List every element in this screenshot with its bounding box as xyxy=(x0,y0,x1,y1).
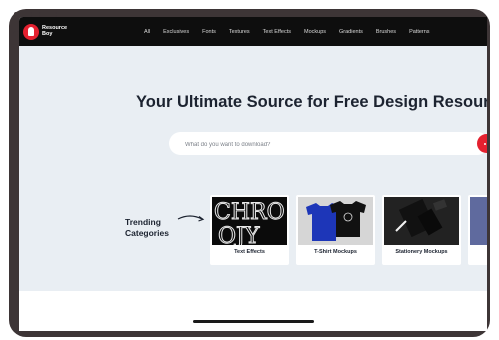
logo-icon[interactable] xyxy=(23,24,39,40)
category-card-tshirt-mockups[interactable]: T-Shirt Mockups xyxy=(296,195,375,265)
top-navbar: Resource Boy All Exclusives Fonts Textur… xyxy=(19,17,487,46)
nav-link-exclusives[interactable]: Exclusives xyxy=(163,29,189,35)
nav-links: All Exclusives Fonts Textures Text Effec… xyxy=(144,17,443,46)
trending-label-text: Trending Categories xyxy=(125,217,169,238)
nav-link-textures[interactable]: Textures xyxy=(229,29,250,35)
nav-link-fonts[interactable]: Fonts xyxy=(202,29,216,35)
nav-link-all[interactable]: All xyxy=(144,29,150,35)
nav-link-mockups[interactable]: Mockups xyxy=(304,29,326,35)
svg-text:OJY: OJY xyxy=(218,224,260,245)
nav-link-brushes[interactable]: Brushes xyxy=(376,29,396,35)
category-card-partial[interactable] xyxy=(468,195,487,265)
screen: Resource Boy All Exclusives Fonts Textur… xyxy=(19,17,487,331)
home-indicator[interactable] xyxy=(193,320,314,323)
hero-section: Your Ultimate Source for Free Design Res… xyxy=(19,46,487,291)
category-thumbnail xyxy=(298,197,373,245)
category-thumbnail: CHRO OJY xyxy=(212,197,287,245)
nav-link-patterns[interactable]: Patterns xyxy=(409,29,429,35)
search-bar xyxy=(169,132,487,157)
category-caption: T-Shirt Mockups xyxy=(314,249,357,255)
nav-link-text-effects[interactable]: Text Effects xyxy=(263,29,291,35)
arrow-right-icon xyxy=(177,215,205,222)
category-thumbnail xyxy=(470,197,487,245)
nav-link-gradients[interactable]: Gradients xyxy=(339,29,363,35)
search-button[interactable] xyxy=(477,134,487,153)
page-title: Your Ultimate Source for Free Design Res… xyxy=(136,93,487,111)
category-caption: Text Effects xyxy=(234,249,265,255)
search-input[interactable] xyxy=(183,132,467,157)
brand-name[interactable]: Resource Boy xyxy=(42,25,72,37)
svg-text:CHRO: CHRO xyxy=(214,200,285,225)
category-caption: Stationery Mockups xyxy=(395,249,448,255)
category-card-text-effects[interactable]: CHRO OJY Text Effects xyxy=(210,195,289,265)
category-thumbnail xyxy=(384,197,459,245)
category-card-stationery-mockups[interactable]: Stationery Mockups xyxy=(382,195,461,265)
